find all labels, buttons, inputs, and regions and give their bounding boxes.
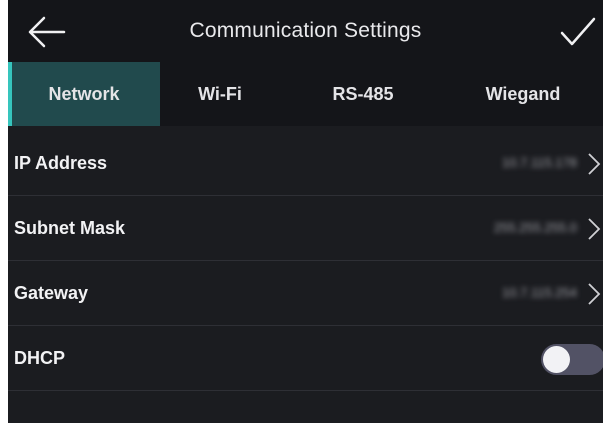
tab-network[interactable]: Network (8, 62, 160, 126)
dhcp-row: DHCP (8, 326, 603, 391)
toggle-knob (543, 346, 570, 373)
chevron-right-icon (588, 153, 601, 175)
chevron-right-icon (588, 283, 601, 305)
subnet-mask-value: 255.255.255.0 (493, 220, 577, 235)
ip-address-label: IP Address (14, 153, 108, 173)
gateway-row[interactable]: Gateway 10.7.115.254 (8, 261, 603, 326)
subnet-mask-row[interactable]: Subnet Mask 255.255.255.0 (8, 196, 603, 261)
page-title: Communication Settings (189, 19, 422, 42)
tab-wifi[interactable]: Wi-Fi (160, 62, 280, 126)
tab-wiegand[interactable]: Wiegand (453, 62, 593, 126)
communication-settings-screen: Communication Settings Network Wi-Fi RS-… (8, 0, 603, 423)
chevron-right-icon (588, 218, 601, 240)
confirm-button[interactable] (559, 16, 597, 48)
gateway-label: Gateway (14, 283, 89, 303)
dhcp-label: DHCP (14, 348, 66, 368)
ip-address-value: 10.7.115.178 (502, 155, 577, 170)
gateway-value: 10.7.115.254 (502, 285, 577, 300)
tab-rs485[interactable]: RS-485 (298, 62, 428, 126)
ip-address-row[interactable]: IP Address 10.7.115.178 (8, 131, 603, 196)
checkmark-icon (560, 17, 596, 46)
header-bar: Communication Settings (8, 0, 603, 62)
tab-bar: Network Wi-Fi RS-485 Wiegand (8, 62, 603, 126)
subnet-mask-label: Subnet Mask (14, 218, 126, 238)
dhcp-toggle[interactable] (541, 344, 603, 375)
